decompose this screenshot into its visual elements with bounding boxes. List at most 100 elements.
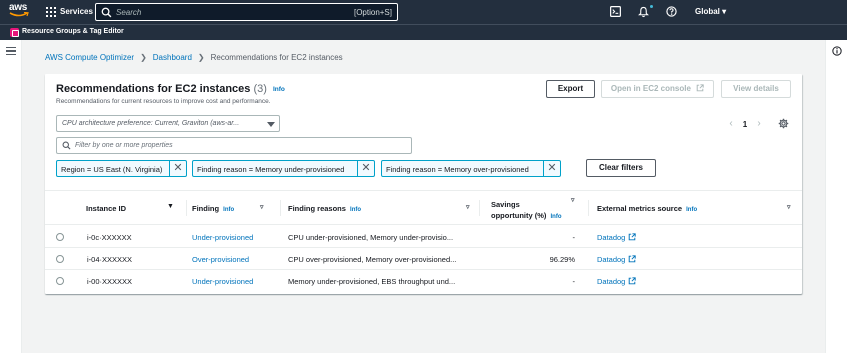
column-label: External metrics source Info <box>597 204 697 213</box>
title-info-link[interactable]: Info <box>273 86 285 93</box>
open-in-ec2-console-label: Open in EC2 console <box>610 84 691 93</box>
savings-info-link[interactable]: Info <box>551 214 562 220</box>
finding-link[interactable]: Over-provisioned <box>192 255 249 264</box>
row-radio[interactable] <box>56 277 64 285</box>
column-divider[interactable] <box>588 200 589 216</box>
sort-icon[interactable]: ▿ <box>787 203 791 211</box>
sort-icon[interactable]: ▿ <box>571 196 575 204</box>
table-row[interactable]: i-00·XXXXXX Under-provisioned Memory und… <box>45 270 802 292</box>
side-navigation-rail <box>0 40 22 353</box>
pagination: ‹ 1 › <box>724 119 766 129</box>
column-header-finding-reasons[interactable]: Finding reasons Info ▿ <box>288 191 480 224</box>
table-row[interactable]: i-0c·XXXXXX Under-provisioned CPU under-… <box>45 226 802 248</box>
external-info-link[interactable]: Info <box>686 207 697 213</box>
previous-page-icon[interactable]: ‹ <box>724 119 738 129</box>
caret-down-icon <box>267 122 275 127</box>
notification-badge <box>650 5 653 8</box>
column-divider[interactable] <box>280 200 281 216</box>
title-text: Recommendations for EC2 instances <box>56 83 251 95</box>
export-button[interactable]: Export <box>546 80 595 98</box>
breadcrumb-compute-optimizer[interactable]: AWS Compute Optimizer <box>45 53 134 62</box>
cpu-architecture-select[interactable]: CPU architecture preference: Current, Gr… <box>56 115 280 132</box>
services-button[interactable]: Services <box>60 7 93 16</box>
cloudshell-icon[interactable] <box>610 6 621 17</box>
cpu-architecture-value: CPU architecture preference: Current, Gr… <box>62 120 240 127</box>
column-header-savings[interactable]: Savings opportunity (%) Info ▿ <box>491 191 589 224</box>
table-header: Instance ID ▼ Finding Info ▿ Finding rea… <box>45 190 802 225</box>
remove-filter-icon[interactable]: ✕ <box>357 161 374 176</box>
favorite-resource-groups[interactable]: Resource Groups & Tag Editor <box>22 28 124 35</box>
instance-id: i-04·XXXXXX <box>87 255 133 264</box>
sort-icon[interactable]: ▿ <box>260 203 264 211</box>
recommendations-panel: Recommendations for EC2 instances (3) In… <box>45 74 802 294</box>
savings-opportunity: 96.29% <box>549 255 575 264</box>
external-metrics-link[interactable]: Datadog <box>597 233 637 242</box>
external-metrics-label: Datadog <box>597 233 626 242</box>
column-label-text: External metrics source <box>597 204 683 213</box>
info-icon[interactable] <box>832 46 842 56</box>
remove-filter-icon[interactable]: ✕ <box>169 161 186 176</box>
column-header-external-metrics[interactable]: External metrics source Info ▿ <box>597 191 797 224</box>
open-in-ec2-console-button[interactable]: Open in EC2 console <box>601 80 714 98</box>
external-metrics-link[interactable]: Datadog <box>597 277 637 286</box>
chevron-right-icon: ❯ <box>197 53 205 62</box>
reasons-info-link[interactable]: Info <box>350 207 361 213</box>
table-row[interactable]: i-04·XXXXXX Over-provisioned CPU over-pr… <box>45 248 802 270</box>
view-details-button[interactable]: View details <box>721 80 791 98</box>
savings-opportunity: - <box>572 233 576 242</box>
property-filter-input[interactable]: Filter by one or more properties <box>56 137 412 154</box>
external-metrics-label: Datadog <box>597 277 626 286</box>
help-panel-rail <box>825 40 847 353</box>
filter-token-region: Region = US East (N. Virginia) ✕ <box>56 160 187 177</box>
finding-reasons: CPU under-provisioned, Memory under-prov… <box>288 233 454 242</box>
column-header-instance-id[interactable]: Instance ID ▼ <box>86 191 187 224</box>
breadcrumb-current: Recommendations for EC2 instances <box>210 53 343 62</box>
services-grid-icon[interactable] <box>46 7 56 17</box>
current-page[interactable]: 1 <box>738 120 752 129</box>
top-navigation: aws Services Search [Option+S] Global ▾ <box>0 0 847 24</box>
filter-placeholder: Filter by one or more properties <box>75 142 173 149</box>
help-icon[interactable] <box>666 6 677 17</box>
column-label: Savings opportunity (%) Info <box>491 199 562 223</box>
filter-token-label: Finding reason = Memory under-provisione… <box>197 165 345 174</box>
external-metrics-label: Datadog <box>597 255 626 264</box>
row-radio[interactable] <box>56 255 64 263</box>
finding-link[interactable]: Under-provisioned <box>192 277 253 286</box>
row-radio[interactable] <box>56 233 64 241</box>
finding-reasons: CPU over-provisioned, Memory over-provis… <box>288 255 457 264</box>
external-metrics-link[interactable]: Datadog <box>597 255 637 264</box>
column-label: Finding reasons Info <box>288 204 361 213</box>
finding-link[interactable]: Under-provisioned <box>192 233 253 242</box>
breadcrumb-dashboard[interactable]: Dashboard <box>153 53 192 62</box>
search-input[interactable]: Search [Option+S] <box>95 3 398 21</box>
aws-logo-icon[interactable]: aws <box>9 3 31 21</box>
next-page-icon[interactable]: › <box>752 119 766 129</box>
bell-icon[interactable] <box>638 6 649 18</box>
filter-token-memory-over: Finding reason = Memory over-provisioned… <box>381 160 561 177</box>
finding-reasons: Memory under-provisioned, EBS throughput… <box>288 277 456 286</box>
remove-filter-icon[interactable]: ✕ <box>543 161 560 176</box>
search-icon <box>62 141 71 150</box>
column-divider[interactable] <box>186 200 187 216</box>
clear-filters-button[interactable]: Clear filters <box>586 159 656 177</box>
search-icon <box>101 7 112 18</box>
chevron-right-icon: ❯ <box>140 53 147 62</box>
column-label-line1: Savings <box>491 200 520 209</box>
hamburger-icon[interactable] <box>6 47 16 56</box>
filter-token-label: Region = US East (N. Virginia) <box>61 165 163 174</box>
finding-info-link[interactable]: Info <box>223 207 234 213</box>
region-selector[interactable]: Global ▾ <box>695 7 726 16</box>
sort-descending-icon[interactable]: ▼ <box>167 203 174 210</box>
column-label: Finding Info <box>192 204 234 213</box>
external-link-icon <box>629 277 637 285</box>
gear-icon[interactable] <box>778 118 789 129</box>
sort-icon[interactable]: ▿ <box>466 203 470 211</box>
instance-id: i-00·XXXXXX <box>87 277 133 286</box>
column-header-finding[interactable]: Finding Info ▿ <box>192 191 281 224</box>
panel-description: Recommendations for current resources to… <box>56 98 271 105</box>
favorites-bar: Resource Groups & Tag Editor <box>0 24 847 40</box>
title-count: (3) <box>253 83 267 95</box>
instance-id: i-0c·XXXXXX <box>87 233 132 242</box>
column-divider[interactable] <box>479 200 480 216</box>
external-link-icon <box>696 84 704 92</box>
